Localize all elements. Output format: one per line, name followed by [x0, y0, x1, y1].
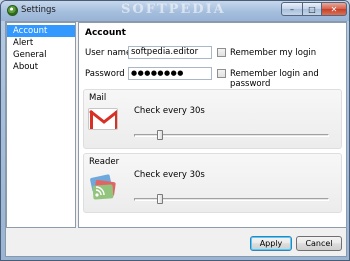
reader-slider-thumb[interactable] [156, 194, 163, 204]
window-title: Settings [21, 5, 56, 15]
reader-group: Reader Check every 30s [83, 153, 342, 213]
close-button[interactable]: ✕ [321, 2, 347, 16]
google-reader-icon [86, 170, 120, 204]
minimize-icon: – [290, 4, 294, 14]
reader-group-title: Reader [89, 157, 120, 167]
sidebar-item-about[interactable]: About [7, 61, 75, 73]
reader-slider-track[interactable] [134, 198, 329, 201]
settings-window: Settings SOFTPEDIA – □ ✕ Account Alert G… [0, 0, 350, 261]
remember-login-password-checkbox[interactable] [217, 69, 226, 78]
title-bar[interactable]: Settings SOFTPEDIA – □ ✕ [1, 1, 349, 21]
remember-login-label: Remember my login [230, 48, 317, 58]
minimize-button[interactable]: – [281, 2, 303, 16]
mail-slider-track[interactable] [134, 134, 329, 137]
app-icon [7, 5, 18, 16]
apply-button[interactable]: Apply [250, 236, 292, 251]
close-icon: ✕ [330, 4, 338, 14]
mail-group: Mail Check every 30s [83, 89, 342, 149]
reader-interval-label: Check every 30s [134, 170, 205, 180]
username-field[interactable]: softpedia.editor [128, 46, 212, 59]
settings-sidebar: Account Alert General About [6, 22, 76, 228]
watermark-text: SOFTPEDIA [121, 2, 226, 17]
maximize-button[interactable]: □ [302, 2, 322, 16]
mail-slider-thumb[interactable] [156, 130, 163, 140]
mail-group-title: Mail [89, 93, 107, 103]
cancel-button[interactable]: Cancel [296, 236, 342, 251]
sidebar-item-account[interactable]: Account [7, 25, 75, 37]
client-area: Account Alert General About Account User… [5, 21, 347, 257]
gmail-icon [88, 108, 118, 130]
sidebar-item-general[interactable]: General [7, 49, 75, 61]
password-field[interactable]: ●●●●●●●● [128, 67, 212, 80]
account-panel: Account User name softpedia.editor Remem… [78, 22, 347, 228]
username-label: User name [85, 48, 132, 58]
maximize-icon: □ [308, 4, 316, 14]
mail-interval-label: Check every 30s [134, 106, 205, 116]
password-label: Password [85, 69, 125, 79]
remember-login-password-label: Remember login and password [230, 69, 319, 89]
sidebar-item-alert[interactable]: Alert [7, 37, 75, 49]
panel-title: Account [85, 28, 126, 38]
remember-login-checkbox[interactable] [217, 48, 226, 57]
